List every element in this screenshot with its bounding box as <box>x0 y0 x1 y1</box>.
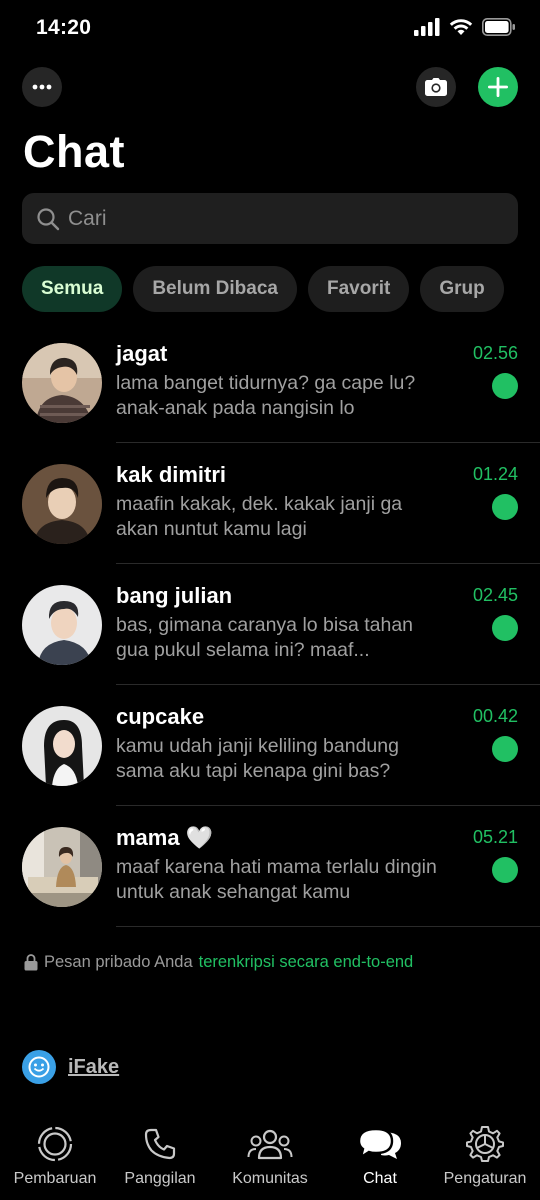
chat-time: 00.42 <box>472 706 518 726</box>
more-options-button[interactable] <box>22 67 62 107</box>
community-icon <box>247 1129 293 1160</box>
unread-badge <box>492 494 518 520</box>
filter-chip-semua[interactable]: Semua <box>22 266 123 312</box>
search-bar[interactable] <box>22 193 518 244</box>
plus-icon <box>488 77 508 97</box>
avatar <box>22 343 102 423</box>
chat-row-cupcake[interactable]: cupcake 00.42 kamu udah janji keliling b… <box>0 685 540 806</box>
chat-name: cupcake <box>116 704 205 729</box>
chat-row-jagat[interactable]: jagat 02.56 lama banget tidurnya? ga cap… <box>0 322 540 443</box>
chat-row-kak-dimitri[interactable]: kak dimitri 01.24 maafin kakak, dek. kak… <box>0 443 540 564</box>
chat-preview: maaf karena hati mama terlalu dingin unt… <box>116 856 437 903</box>
camera-icon <box>425 78 447 96</box>
filter-chips: Semua Belum Dibaca Favorit Grup <box>22 266 504 312</box>
chat-row-mama[interactable]: mama 🤍 05.21 maaf karena hati mama terla… <box>0 806 540 927</box>
battery-icon <box>482 18 515 36</box>
tab-komunitas[interactable]: Komunitas <box>215 1124 325 1188</box>
tab-pengaturan[interactable]: Pengaturan <box>430 1124 540 1188</box>
tab-label: Komunitas <box>232 1170 308 1187</box>
filter-chip-belum-dibaca[interactable]: Belum Dibaca <box>133 266 297 312</box>
status-time: 14:20 <box>36 16 92 39</box>
chat-time: 05.21 <box>472 827 518 847</box>
chat-name: mama 🤍 <box>116 825 214 850</box>
new-chat-button[interactable] <box>478 67 518 107</box>
unread-badge <box>492 373 518 399</box>
unread-badge <box>492 615 518 641</box>
avatar <box>22 706 102 786</box>
gear-icon <box>466 1126 504 1162</box>
watermark-text[interactable]: iFake <box>68 1056 119 1079</box>
chat-name: jagat <box>116 341 168 366</box>
tab-chat[interactable]: Chat <box>325 1124 435 1188</box>
status-updates-icon <box>37 1126 73 1162</box>
page-title: Chat <box>23 126 125 177</box>
tab-panggilan[interactable]: Panggilan <box>105 1124 215 1188</box>
watermark: iFake <box>22 1050 119 1084</box>
tab-label: Pengaturan <box>443 1170 527 1187</box>
chat-list: jagat 02.56 lama banget tidurnya? ga cap… <box>0 322 540 927</box>
filter-chip-favorit[interactable]: Favorit <box>307 266 410 312</box>
chat-time: 01.24 <box>472 464 518 484</box>
avatar <box>22 464 102 544</box>
lock-icon <box>24 954 38 971</box>
tab-label: Pembaruan <box>13 1170 97 1187</box>
tab-bar: Pembaruan Panggilan Komunitas Chat Penga… <box>0 1116 540 1200</box>
unread-badge <box>492 857 518 883</box>
chat-preview: kamu udah janji keliling bandung sama ak… <box>116 735 399 782</box>
chat-time: 02.56 <box>472 343 518 363</box>
filter-chip-grup[interactable]: Grup <box>420 266 504 312</box>
chat-preview: lama banget tidurnya? ga cape lu? anak-a… <box>116 372 416 419</box>
chat-name: bang julian <box>116 583 233 608</box>
encryption-link[interactable]: terenkripsi secara end-to-end <box>199 953 414 972</box>
search-input[interactable] <box>68 206 488 231</box>
camera-button[interactable] <box>416 67 456 107</box>
chat-name: kak dimitri <box>116 462 227 487</box>
wifi-icon <box>449 19 473 35</box>
unread-badge <box>492 736 518 762</box>
avatar <box>22 827 102 907</box>
status-bar: 14:20 <box>0 0 540 60</box>
chat-bubbles-icon <box>357 1127 401 1160</box>
chat-row-bang-julian[interactable]: bang julian 02.45 bas, gimana caranya lo… <box>0 564 540 685</box>
chat-preview: maafin kakak, dek. kakak janji ga akan n… <box>116 493 403 540</box>
search-icon <box>37 207 60 230</box>
encryption-text: Pesan pribado Anda <box>44 953 193 971</box>
ifake-logo-icon <box>22 1050 56 1084</box>
ellipsis-icon <box>32 84 52 90</box>
divider <box>116 926 540 927</box>
tab-pembaruan[interactable]: Pembaruan <box>0 1124 110 1188</box>
chat-preview: bas, gimana caranya lo bisa tahan gua pu… <box>116 614 414 661</box>
tab-label: Chat <box>363 1170 397 1187</box>
cellular-signal-icon <box>414 18 440 36</box>
tab-label: Panggilan <box>124 1170 196 1187</box>
phone-icon <box>144 1128 176 1160</box>
avatar <box>22 585 102 665</box>
encryption-note: Pesan pribado Anda terenkripsi secara en… <box>24 953 413 972</box>
status-icons <box>414 18 516 36</box>
chat-time: 02.45 <box>472 585 518 605</box>
